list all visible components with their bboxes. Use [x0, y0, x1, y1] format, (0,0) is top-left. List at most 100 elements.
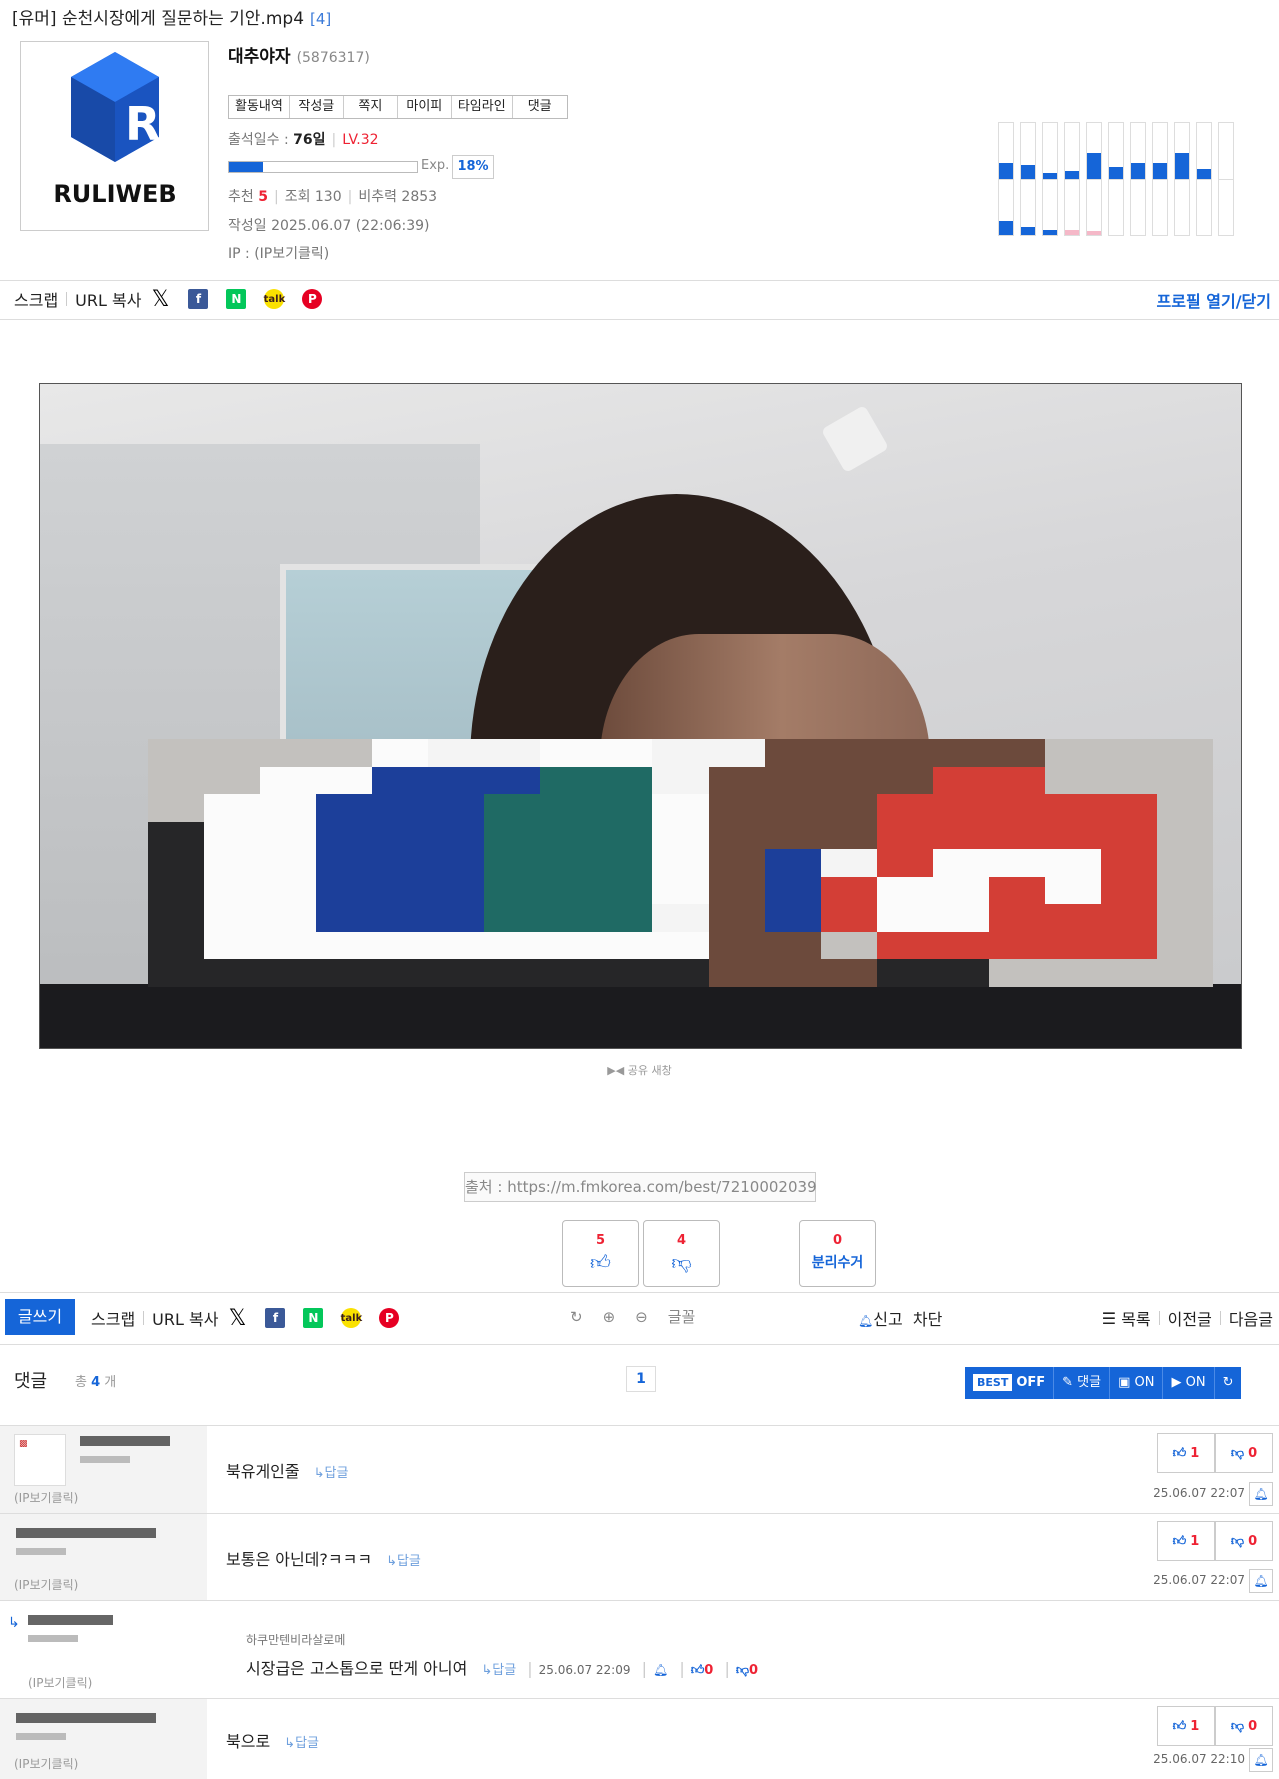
mosaic-block: [316, 821, 373, 850]
mosaic-block: [820, 959, 877, 987]
profile-tab-activity[interactable]: 활동내역: [229, 96, 290, 118]
source-link[interactable]: 출처 : https://m.fmkorea.com/best/72100020…: [464, 1172, 817, 1202]
refresh-icon[interactable]: ↻: [1215, 1367, 1242, 1399]
mosaic-block: [372, 931, 429, 960]
profile-tab-mypi[interactable]: 마이피: [398, 96, 452, 118]
video-share-note[interactable]: ▶◀ 공유 새창: [0, 1062, 1279, 1078]
comment-avatar[interactable]: ▩: [14, 1434, 66, 1486]
next-link[interactable]: 다음글: [1229, 1306, 1273, 1330]
write-button[interactable]: 글쓰기: [5, 1299, 75, 1335]
report-link[interactable]: 신고: [873, 1310, 902, 1329]
comment-upvote[interactable]: 👍︎ 1: [1157, 1521, 1215, 1561]
reset-icon[interactable]: ↻: [570, 1308, 583, 1326]
kakao-share-icon[interactable]: talk: [341, 1308, 362, 1328]
comment-username-blurred[interactable]: [80, 1436, 170, 1446]
video-toggle[interactable]: ▶ ON: [1163, 1367, 1215, 1399]
comment-downvote[interactable]: 👎︎0: [736, 1663, 758, 1678]
comment-ip[interactable]: (IP보기클릭): [14, 1755, 78, 1772]
post-comment-count[interactable]: [4]: [310, 10, 331, 28]
comment-downvote[interactable]: 👎︎0: [1215, 1433, 1273, 1473]
naver-share-icon[interactable]: N: [303, 1308, 324, 1328]
list-link[interactable]: 목록: [1121, 1306, 1150, 1330]
mosaic-block: [988, 766, 1045, 795]
comment-ip[interactable]: (IP보기클릭): [28, 1674, 92, 1691]
prev-link[interactable]: 이전글: [1168, 1306, 1212, 1330]
comment-text: 북으로: [226, 1732, 271, 1751]
facebook-share-icon[interactable]: f: [265, 1308, 286, 1328]
zoom-out-icon[interactable]: ⊖: [635, 1308, 648, 1326]
comment-user[interactable]: (IP보기클릭): [0, 1699, 207, 1779]
comment-ip[interactable]: (IP보기클릭): [14, 1576, 78, 1593]
video-player[interactable]: [39, 383, 1242, 1049]
zoom-in-icon[interactable]: ⊕: [603, 1308, 616, 1326]
reply-link[interactable]: ↳답글: [386, 1554, 421, 1569]
mosaic-block: [484, 849, 541, 877]
mosaic-block: [260, 849, 317, 877]
reply-link[interactable]: ↳답글: [314, 1466, 349, 1481]
nickname-text[interactable]: 대추야자: [228, 47, 291, 67]
comment-username-blurred[interactable]: [28, 1615, 113, 1625]
profile-toggle[interactable]: 프로필 열기/닫기: [1157, 288, 1271, 312]
naver-share-icon[interactable]: N: [226, 289, 247, 309]
profile-tab-posts[interactable]: 작성글: [290, 96, 344, 118]
thumbs-down-icon: 👎︎: [1230, 1533, 1245, 1549]
best-toggle[interactable]: BEST OFF: [965, 1367, 1055, 1399]
comment-upvote[interactable]: 👍︎0: [691, 1663, 714, 1678]
avatar[interactable]: R RULIWEB: [20, 41, 209, 231]
reply-link[interactable]: ↳답글: [284, 1736, 319, 1751]
comment-upvote[interactable]: 👍︎ 1: [1157, 1433, 1215, 1473]
font-button[interactable]: 글꼴: [668, 1306, 696, 1327]
activity-bar: [1064, 122, 1080, 236]
comments-count-value: 4: [91, 1375, 101, 1390]
kakao-share-icon[interactable]: talk: [264, 289, 285, 309]
comment-username-blurred[interactable]: [16, 1713, 156, 1723]
profile-tab-message[interactable]: 쪽지: [344, 96, 398, 118]
reply-link[interactable]: ↳답글: [481, 1663, 516, 1678]
block-link[interactable]: 차단: [913, 1310, 942, 1329]
comment-downvote[interactable]: 👎︎0: [1215, 1521, 1273, 1561]
mosaic-block: [1044, 849, 1101, 877]
report-bell-icon[interactable]: 🔔︎: [1249, 1482, 1273, 1506]
upvote-button[interactable]: 5 👍︎: [562, 1220, 639, 1287]
comment-vote-box: 👍︎ 1 👎︎ 0: [1157, 1521, 1273, 1561]
mosaic-block: [260, 904, 317, 932]
url-copy-link[interactable]: URL 복사: [152, 1306, 218, 1330]
comment-text-line: 북유게인줄 ↳답글: [226, 1458, 348, 1482]
comment-ip[interactable]: (IP보기클릭): [14, 1489, 78, 1506]
comment-user[interactable]: ▩ (IP보기클릭): [0, 1426, 207, 1513]
mosaic-block: [540, 849, 597, 877]
report-bell-icon[interactable]: 🔔︎: [1249, 1569, 1273, 1593]
pinterest-share-icon[interactable]: P: [302, 289, 323, 309]
mosaic-block: [1100, 739, 1157, 767]
comment-upvote[interactable]: 👍︎ 1: [1157, 1706, 1215, 1746]
profile-tab-timeline[interactable]: 타임라인: [452, 96, 513, 118]
image-toggle[interactable]: ▣ ON: [1110, 1367, 1164, 1399]
x-share-icon[interactable]: 𝕏: [227, 1306, 247, 1331]
mosaic-block: [1156, 739, 1213, 767]
facebook-share-icon[interactable]: f: [188, 289, 209, 309]
comment-user[interactable]: (IP보기클릭): [0, 1514, 207, 1600]
pinterest-share-icon[interactable]: P: [379, 1308, 400, 1328]
x-share-icon[interactable]: 𝕏: [150, 287, 170, 312]
mosaic-block: [708, 794, 765, 822]
comment-user[interactable]: ↳ (IP보기클릭): [0, 1601, 207, 1698]
mosaic-block: [484, 959, 541, 987]
comment-downvote[interactable]: 👎︎0: [1215, 1706, 1273, 1746]
mosaic-block: [820, 794, 877, 822]
profile-tab-comments[interactable]: 댓글: [513, 96, 567, 118]
comment-write-button[interactable]: ✎ 댓글: [1054, 1367, 1111, 1399]
report-bell-icon[interactable]: 🔔︎: [1249, 1748, 1273, 1772]
recycle-button[interactable]: 0 분리수거: [799, 1220, 876, 1287]
mosaic-block: [1044, 876, 1101, 905]
scrap-link[interactable]: 스크랩: [14, 287, 58, 311]
url-copy-link[interactable]: URL 복사: [75, 287, 141, 311]
scrap-link[interactable]: 스크랩: [91, 1306, 135, 1330]
list-icon: ☰: [1101, 1308, 1117, 1328]
report-bell-icon[interactable]: 🔔︎: [653, 1663, 668, 1677]
nickname[interactable]: 대추야자 (5876317): [228, 42, 370, 67]
ip-line[interactable]: IP : (IP보기클릭): [228, 243, 329, 263]
mosaic-block: [428, 766, 485, 795]
comment-username-blurred[interactable]: [16, 1528, 156, 1538]
comments-page-1[interactable]: 1: [626, 1366, 656, 1392]
downvote-button[interactable]: 4 👎︎: [643, 1220, 720, 1287]
